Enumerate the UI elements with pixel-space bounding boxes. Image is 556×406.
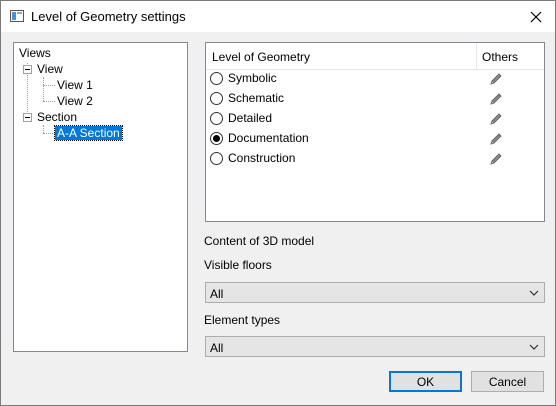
column-header-level[interactable]: Level of Geometry (212, 50, 310, 64)
column-divider[interactable] (476, 43, 477, 69)
close-icon (530, 11, 542, 22)
element-types-label: Element types (204, 313, 281, 327)
pencil-icon[interactable] (488, 151, 504, 167)
level-of-geometry-dialog: Level of Geometry settings Views View Vi… (0, 0, 556, 406)
collapse-icon[interactable] (23, 113, 32, 122)
lod-row: Documentation (206, 129, 544, 149)
pencil-icon[interactable] (488, 131, 504, 147)
tree-group-view[interactable]: View (37, 62, 63, 76)
lod-row: Schematic (206, 89, 544, 109)
level-of-geometry-table: Level of Geometry Others Symbolic Schemat… (205, 42, 545, 222)
pencil-icon[interactable] (488, 111, 504, 127)
dialog-icon (10, 10, 24, 22)
column-header-others[interactable]: Others (482, 50, 518, 64)
lod-row: Construction (206, 149, 544, 169)
ok-button-label: OK (416, 374, 435, 389)
lod-label[interactable]: Schematic (228, 91, 284, 105)
tree-guide-line (43, 77, 44, 101)
views-tree[interactable]: Views View View 1 View 2 Section A-A Sec… (13, 42, 188, 352)
lod-row: Detailed (206, 109, 544, 129)
lod-label[interactable]: Documentation (228, 131, 309, 145)
lod-radio[interactable] (210, 132, 223, 145)
lod-label[interactable]: Symbolic (228, 71, 277, 85)
lod-radio[interactable] (210, 72, 223, 85)
tree-item-a-a-section[interactable]: A-A Section (54, 125, 123, 141)
chevron-down-icon (529, 344, 539, 350)
tree-guide-line (43, 133, 55, 134)
lod-radio[interactable] (210, 112, 223, 125)
close-button[interactable] (517, 1, 555, 32)
chevron-down-icon (529, 290, 539, 296)
content-3d-heading: Content of 3D model (204, 234, 315, 248)
window-title: Level of Geometry settings (31, 9, 186, 24)
tree-root-views[interactable]: Views (19, 46, 51, 60)
tree-item-view-2[interactable]: View 2 (57, 94, 93, 108)
element-types-dropdown[interactable]: All (205, 336, 545, 357)
tree-guide-line (43, 125, 44, 133)
cancel-button[interactable]: Cancel (471, 371, 544, 392)
lod-radio[interactable] (210, 92, 223, 105)
lod-radio[interactable] (210, 152, 223, 165)
ok-button[interactable]: OK (389, 371, 462, 392)
lod-label[interactable]: Construction (228, 151, 295, 165)
pencil-icon[interactable] (488, 91, 504, 107)
title-bar: Level of Geometry settings (1, 1, 555, 32)
lod-label[interactable]: Detailed (228, 111, 272, 125)
visible-floors-label: Visible floors (204, 258, 272, 272)
tree-guide-line (43, 85, 55, 86)
pencil-icon[interactable] (488, 71, 504, 87)
element-types-value: All (210, 341, 224, 355)
visible-floors-value: All (210, 287, 224, 301)
tree-group-section[interactable]: Section (37, 110, 77, 124)
table-header: Level of Geometry Others (206, 43, 544, 70)
visible-floors-dropdown[interactable]: All (205, 282, 545, 303)
tree-item-view-1[interactable]: View 1 (57, 78, 93, 92)
cancel-button-label: Cancel (488, 374, 527, 389)
tree-guide-line (43, 101, 55, 102)
lod-row: Symbolic (206, 69, 544, 89)
collapse-icon[interactable] (23, 65, 32, 74)
